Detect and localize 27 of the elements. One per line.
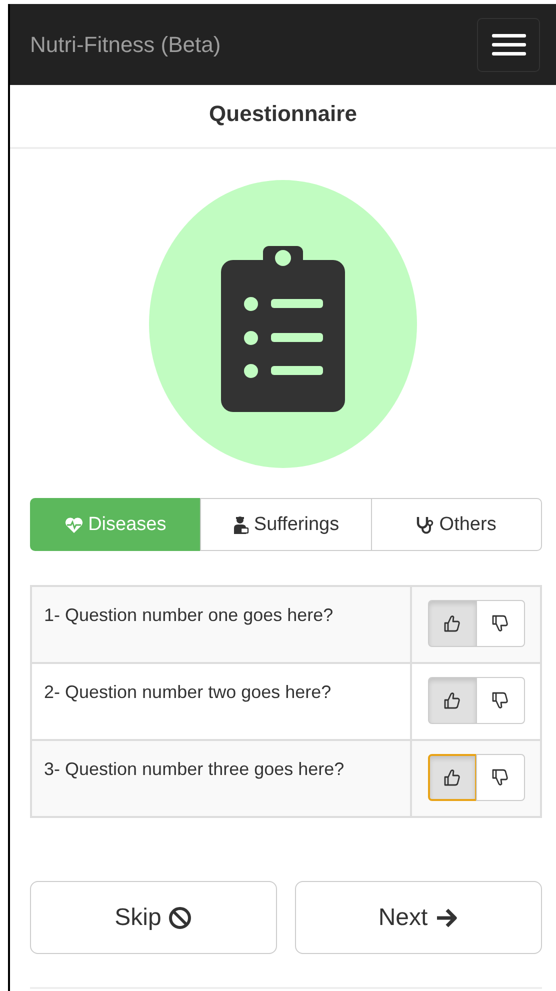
category-tab[interactable]: Sufferings bbox=[200, 498, 372, 551]
stethoscope-icon bbox=[416, 516, 434, 534]
category-tab[interactable]: Others bbox=[370, 498, 542, 551]
thumbs-up-icon bbox=[444, 692, 460, 709]
person-icon bbox=[232, 516, 249, 534]
prohibited-icon bbox=[168, 906, 192, 930]
thumbs-down-icon bbox=[492, 692, 508, 709]
thumbs-down-icon bbox=[492, 615, 508, 632]
skip-button[interactable]: Skip bbox=[30, 881, 277, 954]
page-title: Questionnaire bbox=[10, 85, 556, 149]
thumbs-up-icon bbox=[444, 615, 460, 632]
thumbs-down-icon bbox=[492, 769, 508, 786]
thumbs-down-button[interactable] bbox=[476, 677, 524, 724]
thumbs-down-button[interactable] bbox=[476, 600, 524, 647]
next-button[interactable]: Next bbox=[295, 881, 542, 954]
thumbs-up-icon bbox=[444, 769, 460, 786]
thumbs-up-button[interactable] bbox=[428, 754, 476, 801]
arrow-right-icon bbox=[434, 906, 459, 928]
question-text: 3- Question number three goes here? bbox=[32, 741, 412, 816]
app-title[interactable]: Nutri-Fitness (Beta) bbox=[30, 32, 221, 58]
heart-icon bbox=[65, 516, 84, 532]
menu-icon bbox=[492, 34, 526, 56]
thumbs-up-button[interactable] bbox=[428, 677, 476, 724]
thumbs-up-button[interactable] bbox=[428, 600, 476, 647]
question-text: 1- Question number one goes here? bbox=[32, 587, 412, 662]
menu-button[interactable] bbox=[477, 18, 540, 72]
thumbs-down-button[interactable] bbox=[476, 754, 524, 801]
